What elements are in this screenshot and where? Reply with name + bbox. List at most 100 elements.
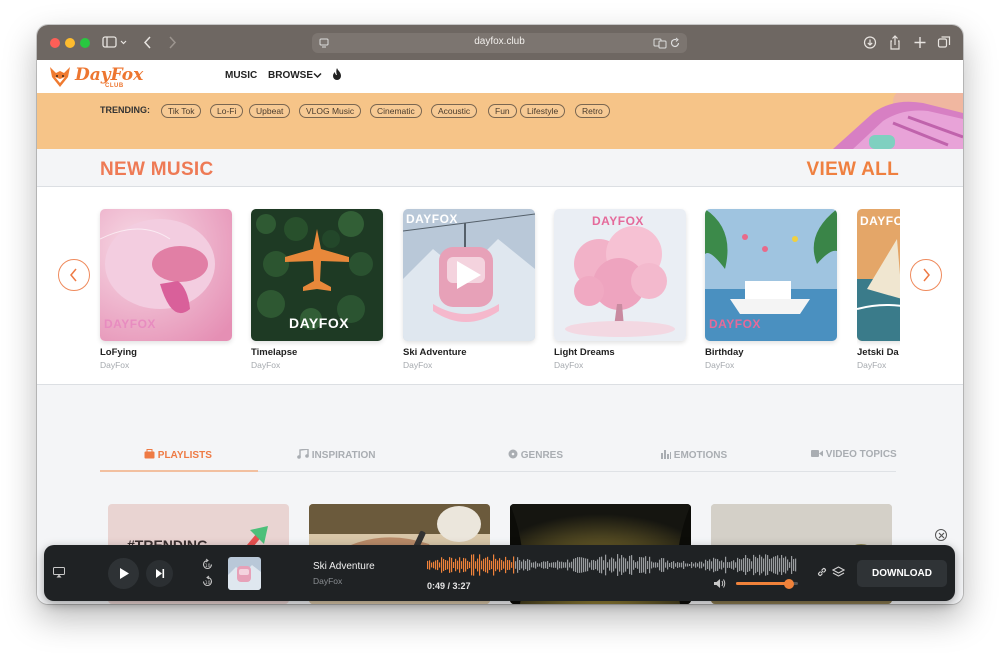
fire-icon[interactable]	[332, 67, 342, 81]
tab-inspiration[interactable]: INSPIRATION	[297, 448, 376, 461]
waveform-bar	[589, 562, 591, 568]
waveform-bar	[509, 560, 511, 570]
trending-tag[interactable]: Fun	[488, 104, 517, 118]
volume-knob[interactable]	[783, 578, 794, 589]
close-player-button[interactable]	[935, 529, 947, 541]
view-all-link[interactable]: VIEW ALL	[807, 159, 899, 181]
waveform-bar	[767, 555, 769, 575]
trending-tag[interactable]: VLOG Music	[299, 104, 362, 118]
waveform-bar	[511, 562, 513, 568]
track-card[interactable]: DAYFOX Ski Adventure DayFox	[403, 209, 535, 370]
trending-bar: TRENDING: Tik Tok Lo-Fi Upbeat VLOG Musi…	[37, 93, 963, 149]
track-title[interactable]: LoFying	[100, 347, 232, 358]
link-icon[interactable]	[816, 566, 828, 578]
waveform-seekbar[interactable]	[427, 553, 797, 577]
waveform-bar	[431, 562, 433, 568]
translate-icon[interactable]	[653, 37, 667, 49]
playback-time: 0:49 / 3:27	[427, 581, 471, 591]
waveform-bar	[745, 555, 747, 575]
back-icon[interactable]	[141, 34, 155, 51]
trending-tag[interactable]: Tik Tok	[161, 104, 202, 118]
site-logo[interactable]: DayFox CLUB	[47, 62, 143, 92]
close-window-button[interactable]	[50, 38, 60, 48]
track-card[interactable]: DAYFOX Jetski Da DayFox	[857, 209, 900, 370]
airplay-icon[interactable]	[53, 567, 65, 578]
track-cover[interactable]: DAYFOX	[554, 209, 686, 341]
nav-music[interactable]: MUSIC	[225, 70, 257, 81]
track-artist[interactable]: DayFox	[705, 360, 837, 370]
tab-emotions[interactable]: EMOTIONS	[661, 449, 727, 461]
track-title[interactable]: Ski Adventure	[403, 347, 535, 358]
tab-video-topics[interactable]: VIDEO TOPICS	[811, 449, 897, 460]
trending-tag[interactable]: Upbeat	[249, 104, 291, 118]
track-card[interactable]: DAYFOX LoFying DayFox	[100, 209, 232, 370]
now-playing-cover[interactable]	[228, 557, 261, 590]
zoom-window-button[interactable]	[80, 38, 90, 48]
waveform-bar	[537, 563, 539, 567]
track-card[interactable]: DAYFOX Light Dreams DayFox	[554, 209, 686, 370]
divider	[37, 384, 963, 385]
play-overlay-icon[interactable]	[455, 259, 483, 291]
nav-browse[interactable]: BROWSE	[268, 70, 313, 81]
track-card[interactable]: DAYFOX Birthday DayFox	[705, 209, 837, 370]
trending-tag[interactable]: Lifestyle	[520, 104, 566, 118]
play-button[interactable]	[108, 558, 139, 589]
waveform-bar	[447, 560, 449, 570]
carousel-next-button[interactable]	[910, 259, 942, 291]
tab-playlists[interactable]: PLAYLISTS	[144, 449, 212, 461]
tab-genres[interactable]: GENRES	[508, 449, 563, 461]
waveform-bar	[631, 555, 633, 575]
trending-tag[interactable]: Retro	[575, 104, 610, 118]
rewind-10-icon[interactable]: 10	[201, 558, 214, 571]
waveform-bar	[725, 556, 727, 574]
waveform-bar	[563, 562, 565, 568]
track-cover[interactable]: DAYFOX	[251, 209, 383, 341]
track-artist[interactable]: DayFox	[857, 360, 900, 370]
trending-tag[interactable]: Acoustic	[431, 104, 478, 118]
share-icon[interactable]	[888, 34, 902, 51]
trending-tag[interactable]: Cinematic	[370, 104, 422, 118]
track-artist[interactable]: DayFox	[100, 360, 232, 370]
waveform-bar	[547, 560, 549, 570]
track-cover[interactable]: DAYFOX	[100, 209, 232, 341]
sidebar-toggle-icon[interactable]	[101, 34, 129, 51]
track-cover[interactable]: DAYFOX	[857, 209, 900, 341]
address-bar[interactable]: dayfox.club	[312, 33, 687, 53]
waveform-bar	[593, 559, 595, 571]
reload-icon[interactable]	[669, 37, 681, 49]
download-manager-icon[interactable]	[863, 34, 877, 51]
track-title[interactable]: Light Dreams	[554, 347, 686, 358]
layers-icon[interactable]	[832, 566, 845, 578]
track-artist[interactable]: DayFox	[403, 360, 535, 370]
track-title[interactable]: Birthday	[705, 347, 837, 358]
next-track-button[interactable]	[146, 560, 173, 587]
waveform-bar	[667, 560, 669, 570]
carousel-prev-button[interactable]	[58, 259, 90, 291]
waveform-bar	[579, 557, 581, 573]
logo-subtext: CLUB	[105, 83, 124, 89]
waveform-bar	[773, 556, 775, 574]
now-playing-title[interactable]: Ski Adventure	[313, 561, 375, 572]
new-tab-icon[interactable]	[913, 34, 927, 51]
now-playing-artist[interactable]: DayFox	[313, 576, 342, 586]
minimize-window-button[interactable]	[65, 38, 75, 48]
tab-overview-icon[interactable]	[937, 34, 951, 51]
track-title[interactable]: Timelapse	[251, 347, 383, 358]
track-card[interactable]: DAYFOX Timelapse DayFox	[251, 209, 383, 370]
track-cover[interactable]: DAYFOX	[403, 209, 535, 341]
forward-10-icon[interactable]: 10	[201, 575, 214, 588]
waveform-bar	[437, 559, 439, 571]
chevron-down-icon[interactable]	[313, 71, 322, 80]
track-artist[interactable]: DayFox	[554, 360, 686, 370]
disc-icon	[508, 449, 518, 459]
volume-slider[interactable]	[736, 578, 798, 589]
waveform-bar	[697, 563, 699, 567]
track-cover[interactable]: DAYFOX	[705, 209, 837, 341]
download-button[interactable]: DOWNLOAD	[857, 560, 947, 587]
track-title[interactable]: Jetski Da	[857, 347, 900, 358]
volume-icon[interactable]	[713, 578, 726, 589]
trending-tag[interactable]: Lo-Fi	[210, 104, 244, 118]
track-artist[interactable]: DayFox	[251, 360, 383, 370]
waveform-bar	[771, 558, 773, 572]
forward-icon[interactable]	[165, 34, 179, 51]
